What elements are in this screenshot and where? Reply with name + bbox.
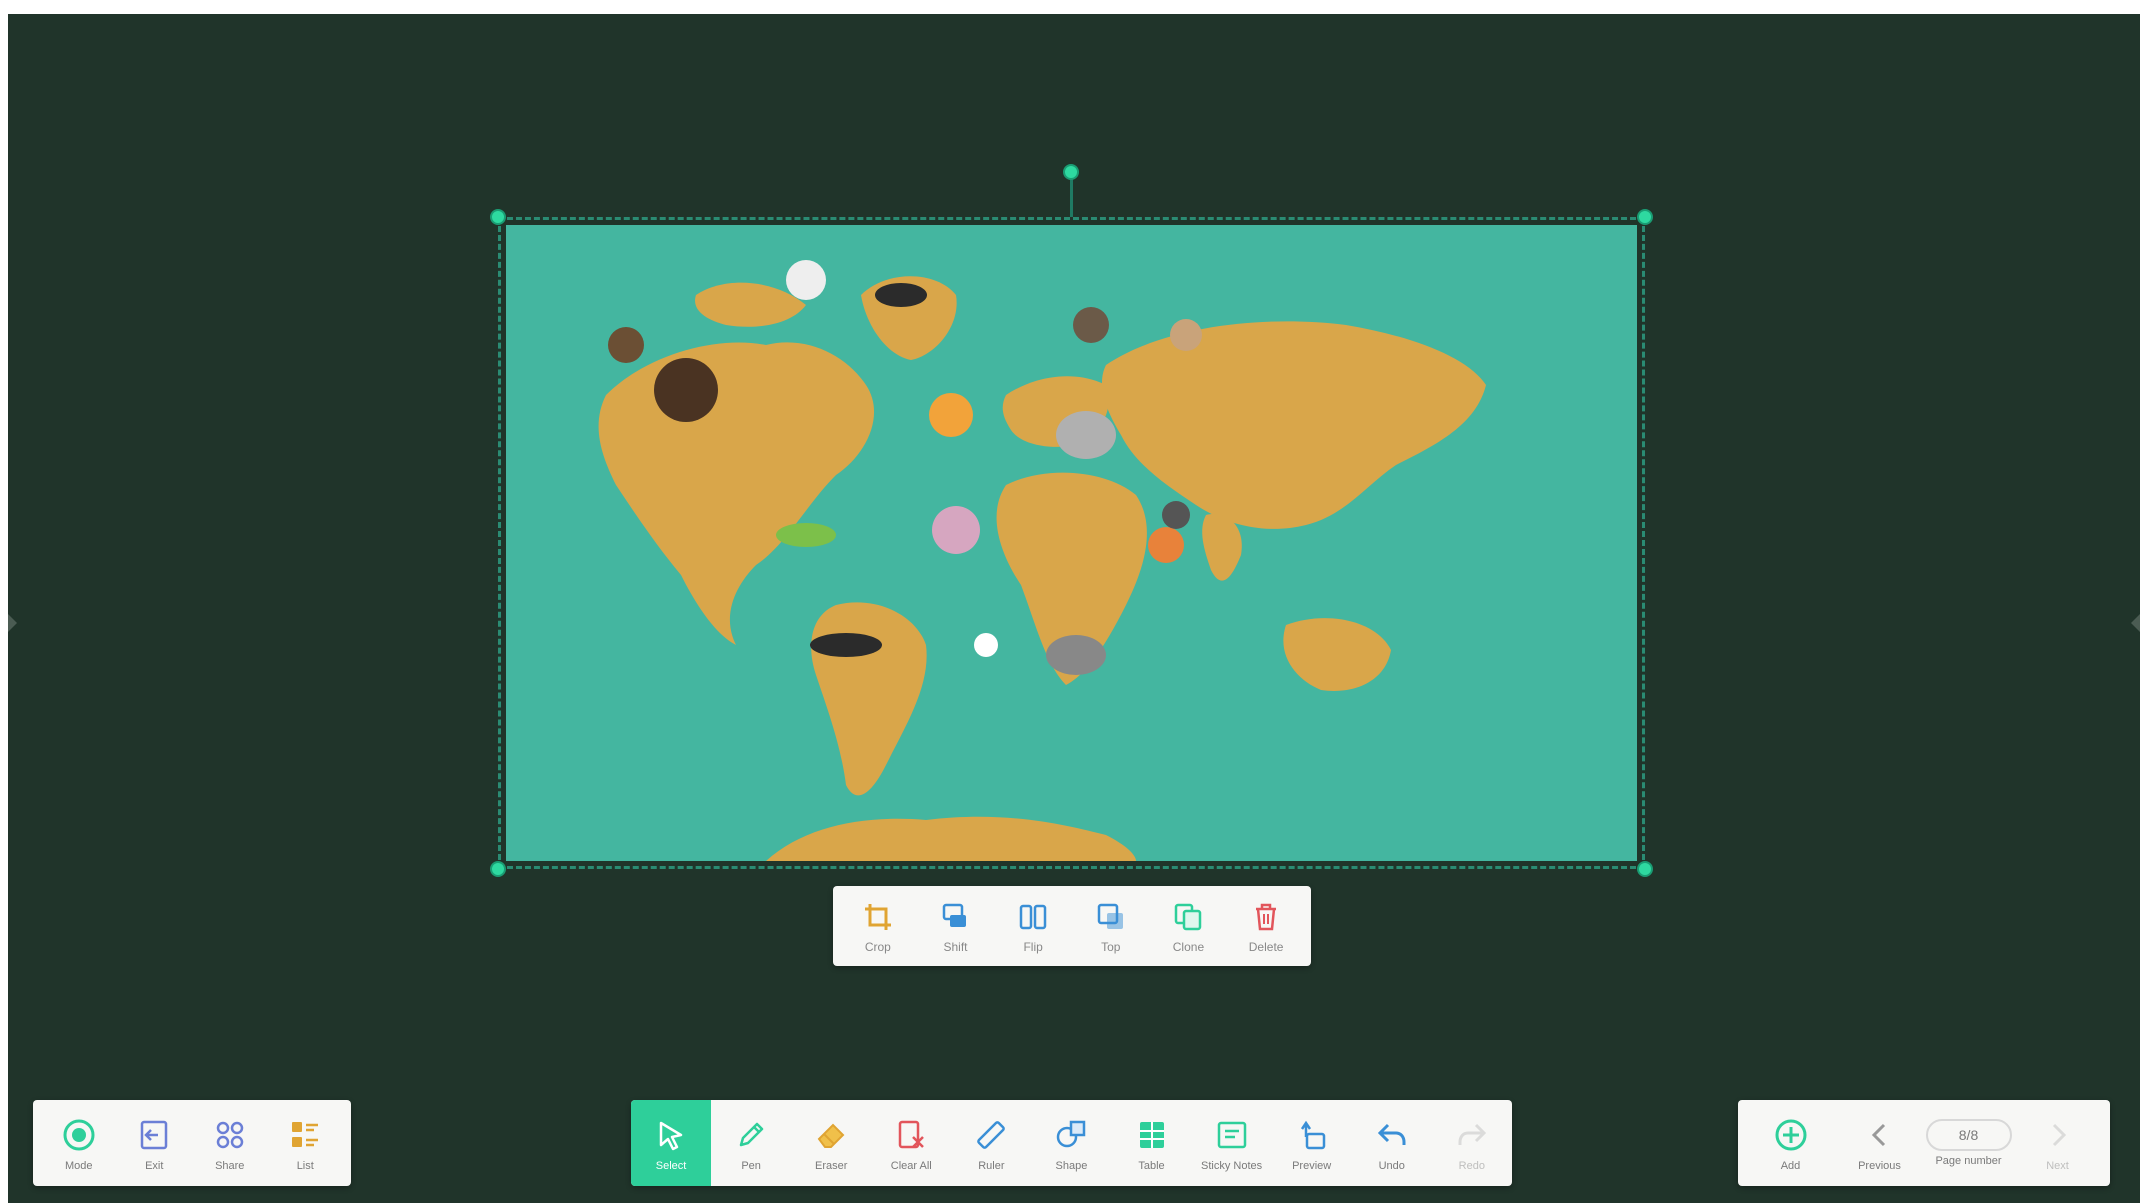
preview-icon [1291, 1114, 1333, 1156]
selected-image[interactable] [490, 164, 1653, 877]
left-edge-arrow-icon[interactable] [8, 614, 17, 632]
bring-to-top-icon [1092, 898, 1130, 936]
eraser-tool-button[interactable]: Eraser [791, 1100, 871, 1186]
next-page-button[interactable]: Next [2016, 1100, 2100, 1186]
clone-icon [1169, 898, 1207, 936]
table-icon [1131, 1114, 1173, 1156]
chevron-right-icon [2037, 1114, 2079, 1156]
pen-tool-button[interactable]: Pen [711, 1100, 791, 1186]
undo-icon [1371, 1114, 1413, 1156]
pen-icon [730, 1114, 772, 1156]
flip-button[interactable]: Flip [998, 898, 1068, 954]
sticky-notes-button[interactable]: Sticky Notes [1192, 1100, 1272, 1186]
image-context-toolbar: Crop Shift Flip Top Clone Delete [833, 886, 1311, 966]
rotation-line [1070, 175, 1073, 217]
shape-tool-button[interactable]: Shape [1031, 1100, 1111, 1186]
redo-button[interactable]: Redo [1432, 1100, 1512, 1186]
sticky-note-icon [1211, 1114, 1253, 1156]
page-toolbar: Add Previous 8/8 Page number Next [1738, 1100, 2110, 1186]
cursor-icon [650, 1114, 692, 1156]
resize-handle-top-left[interactable] [490, 209, 506, 225]
table-tool-button[interactable]: Table [1111, 1100, 1191, 1186]
redo-icon [1451, 1114, 1493, 1156]
add-page-button[interactable]: Add [1749, 1100, 1833, 1186]
eraser-icon [810, 1114, 852, 1156]
exit-icon [133, 1114, 175, 1156]
apps-grid-icon [209, 1114, 251, 1156]
shift-button[interactable]: Shift [920, 898, 990, 954]
list-icon [284, 1114, 326, 1156]
page-number-button[interactable]: 8/8 Page number [1925, 1100, 2012, 1186]
list-button[interactable]: List [269, 1100, 341, 1186]
right-edge-arrow-icon[interactable] [2131, 614, 2140, 632]
trash-icon [1247, 898, 1285, 936]
select-tool-button[interactable]: Select [631, 1100, 712, 1186]
crop-icon [859, 898, 897, 936]
flip-icon [1014, 898, 1052, 936]
mode-icon [58, 1114, 100, 1156]
shape-icon [1050, 1114, 1092, 1156]
rotate-handle[interactable] [1063, 164, 1079, 180]
clear-all-button[interactable]: Clear All [871, 1100, 951, 1186]
left-toolbar: Mode Exit Share List [33, 1100, 351, 1186]
delete-button[interactable]: Delete [1231, 898, 1301, 954]
ruler-icon [970, 1114, 1012, 1156]
clear-all-icon [890, 1114, 932, 1156]
shift-icon [936, 898, 974, 936]
page-number-display: 8/8 [1925, 1119, 2012, 1151]
plus-circle-icon [1770, 1114, 1812, 1156]
resize-handle-bottom-left[interactable] [490, 861, 506, 877]
mode-button[interactable]: Mode [43, 1100, 115, 1186]
selection-frame [498, 217, 1645, 869]
undo-button[interactable]: Undo [1352, 1100, 1432, 1186]
preview-button[interactable]: Preview [1272, 1100, 1352, 1186]
chevron-left-icon [1859, 1114, 1901, 1156]
exit-button[interactable]: Exit [118, 1100, 190, 1186]
previous-page-button[interactable]: Previous [1838, 1100, 1922, 1186]
clone-button[interactable]: Clone [1153, 898, 1223, 954]
top-button[interactable]: Top [1076, 898, 1146, 954]
ruler-tool-button[interactable]: Ruler [951, 1100, 1031, 1186]
resize-handle-bottom-right[interactable] [1637, 861, 1653, 877]
main-toolbar: Select Pen Eraser Clear All Ruler Shape [631, 1100, 1512, 1186]
crop-button[interactable]: Crop [843, 898, 913, 954]
resize-handle-top-right[interactable] [1637, 209, 1653, 225]
share-button[interactable]: Share [194, 1100, 266, 1186]
